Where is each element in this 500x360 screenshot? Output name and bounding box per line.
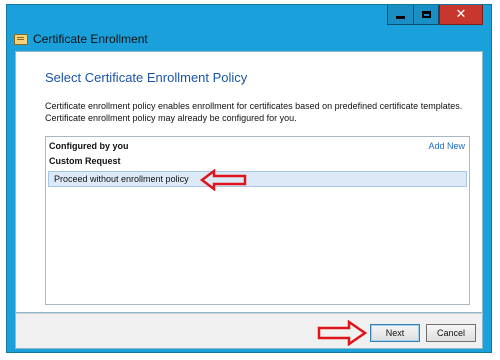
title-bar[interactable]: ✕ Certificate Enrollment <box>7 5 491 51</box>
next-button[interactable]: Next <box>370 324 420 342</box>
add-new-link[interactable]: Add New <box>428 141 465 151</box>
certificate-icon <box>14 33 28 45</box>
window-title-row: Certificate Enrollment <box>14 32 148 46</box>
wizard-footer: Next Cancel <box>15 313 483 349</box>
red-arrow-annotation <box>317 320 368 346</box>
wizard-content: Select Certificate Enrollment Policy Cer… <box>15 51 483 313</box>
cancel-button[interactable]: Cancel <box>426 324 476 342</box>
minimize-icon <box>396 16 405 19</box>
minimize-button[interactable] <box>387 5 413 25</box>
proceed-without-policy-item[interactable]: Proceed without enrollment policy <box>48 171 467 187</box>
section-label-custom-request: Custom Request <box>49 156 121 166</box>
close-button[interactable]: ✕ <box>439 5 483 25</box>
close-icon: ✕ <box>455 7 467 22</box>
caption-buttons: ✕ <box>387 5 483 25</box>
maximize-button[interactable] <box>413 5 439 25</box>
page-description: Certificate enrollment policy enables en… <box>45 100 475 124</box>
maximize-icon <box>421 11 431 18</box>
window-title: Certificate Enrollment <box>33 32 148 46</box>
group-label-configured-by-you: Configured by you <box>49 141 129 151</box>
policy-item-label: Proceed without enrollment policy <box>54 174 189 184</box>
description-line: Certificate enrollment policy enables en… <box>45 101 463 111</box>
enrollment-policy-list: Configured by you Add New Custom Request… <box>45 136 470 305</box>
page-title: Select Certificate Enrollment Policy <box>45 70 248 85</box>
description-line: Certificate enrollment policy may alread… <box>45 113 297 123</box>
certificate-enrollment-window: ✕ Certificate Enrollment Select Certific… <box>6 4 492 353</box>
